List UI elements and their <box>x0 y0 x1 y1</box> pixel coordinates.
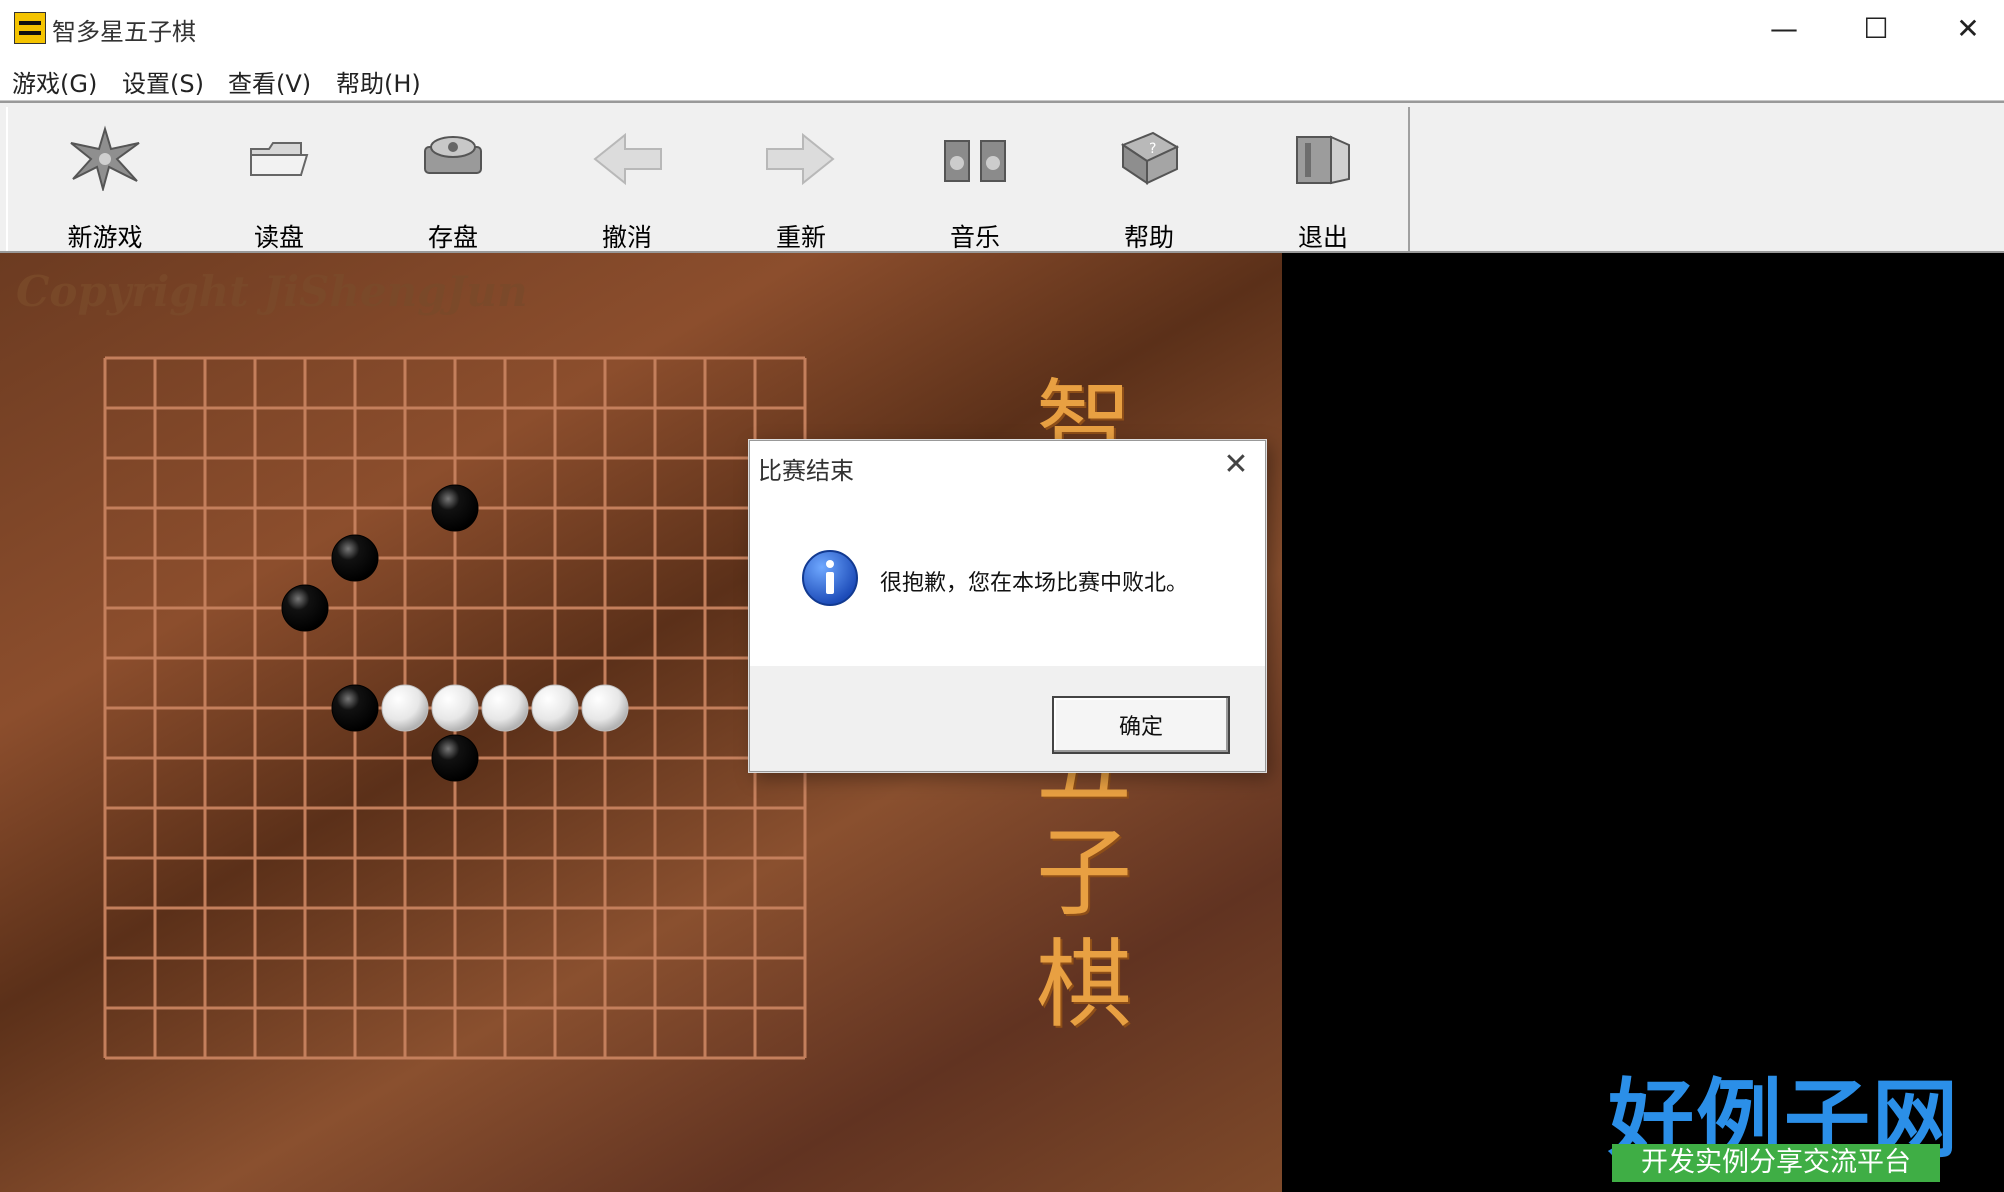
title-bar: 智多星五子棋 — ☐ ✕ <box>0 0 2004 56</box>
dialog-message: 很抱歉，您在本场比赛中败北。 <box>880 571 1189 596</box>
dialog-footer: 确定 <box>750 666 1265 771</box>
site-logo-subtitle: 开发实例分享交流平台 <box>1612 1144 1940 1182</box>
title-char-6: 棋 <box>1036 929 1132 1041</box>
black-stone <box>431 734 479 782</box>
window-title: 智多星五子棋 <box>52 18 196 46</box>
open-folder-icon <box>250 142 309 176</box>
menu-game[interactable]: 游戏(G) <box>12 64 97 99</box>
toolbar: 新游戏 读盘 存盘 撤消 重新 音乐 ? 帮助 退出 <box>0 101 2004 253</box>
maximize-button[interactable]: ☐ <box>1830 0 1922 56</box>
minimize-button[interactable]: — <box>1738 0 1830 56</box>
menu-settings[interactable]: 设置(S) <box>122 64 204 99</box>
save-disk-icon <box>424 136 482 174</box>
undo-label: 撤消 <box>601 223 652 252</box>
dialog-title: 比赛结束 <box>758 457 854 485</box>
open-game-label: 读盘 <box>253 223 304 252</box>
new-game-icon <box>70 125 140 191</box>
music-label: 音乐 <box>949 223 1000 252</box>
game-over-dialog: 比赛结束 ✕ 很抱歉，您在本场比赛中败北。 确定 <box>749 440 1266 772</box>
black-stone <box>331 684 379 732</box>
menu-view[interactable]: 查看(V) <box>228 64 311 99</box>
help-label: 帮助 <box>1123 223 1174 252</box>
copyright-text: Copyright JiShengJun <box>16 267 528 316</box>
help-book-icon: ? <box>1120 131 1180 185</box>
white-stone <box>381 684 429 732</box>
redo-arrow-icon <box>766 132 835 186</box>
gomoku-board[interactable] <box>100 353 810 1063</box>
new-game-label: 新游戏 <box>67 223 143 252</box>
menu-bar: 游戏(G) 设置(S) 查看(V) 帮助(H) <box>0 56 2004 101</box>
info-icon <box>802 550 858 606</box>
dialog-close-button[interactable]: ✕ <box>1218 447 1254 483</box>
black-stone <box>281 584 329 632</box>
right-black-panel: 好例子网 开发实例分享交流平台 <box>1282 253 2004 1192</box>
help-button[interactable]: ? 帮助 <box>1074 107 1224 252</box>
toolbar-group: 新游戏 读盘 存盘 撤消 重新 音乐 ? 帮助 退出 <box>6 107 1410 252</box>
black-stone <box>431 484 479 532</box>
undo-arrow-icon <box>593 132 662 186</box>
black-stone <box>331 534 379 582</box>
exit-door-icon <box>1296 135 1350 185</box>
white-stone <box>481 684 529 732</box>
svg-text:?: ? <box>1149 141 1156 157</box>
new-game-button[interactable]: 新游戏 <box>30 107 180 252</box>
restart-label: 重新 <box>775 223 826 252</box>
music-speakers-icon <box>944 140 1006 182</box>
undo-button[interactable]: 撤消 <box>552 107 702 252</box>
restart-button[interactable]: 重新 <box>726 107 876 252</box>
exit-label: 退出 <box>1297 223 1348 252</box>
white-stone <box>431 684 479 732</box>
app-icon <box>14 12 46 44</box>
music-button[interactable]: 音乐 <box>900 107 1050 252</box>
menu-help[interactable]: 帮助(H) <box>336 64 421 99</box>
save-game-button[interactable]: 存盘 <box>378 107 528 252</box>
save-game-label: 存盘 <box>427 223 478 252</box>
exit-button[interactable]: 退出 <box>1248 107 1398 252</box>
white-stone <box>581 684 629 732</box>
close-button[interactable]: ✕ <box>1922 0 2004 56</box>
open-game-button[interactable]: 读盘 <box>204 107 354 252</box>
white-stone <box>531 684 579 732</box>
ok-button[interactable]: 确定 <box>1052 696 1230 754</box>
